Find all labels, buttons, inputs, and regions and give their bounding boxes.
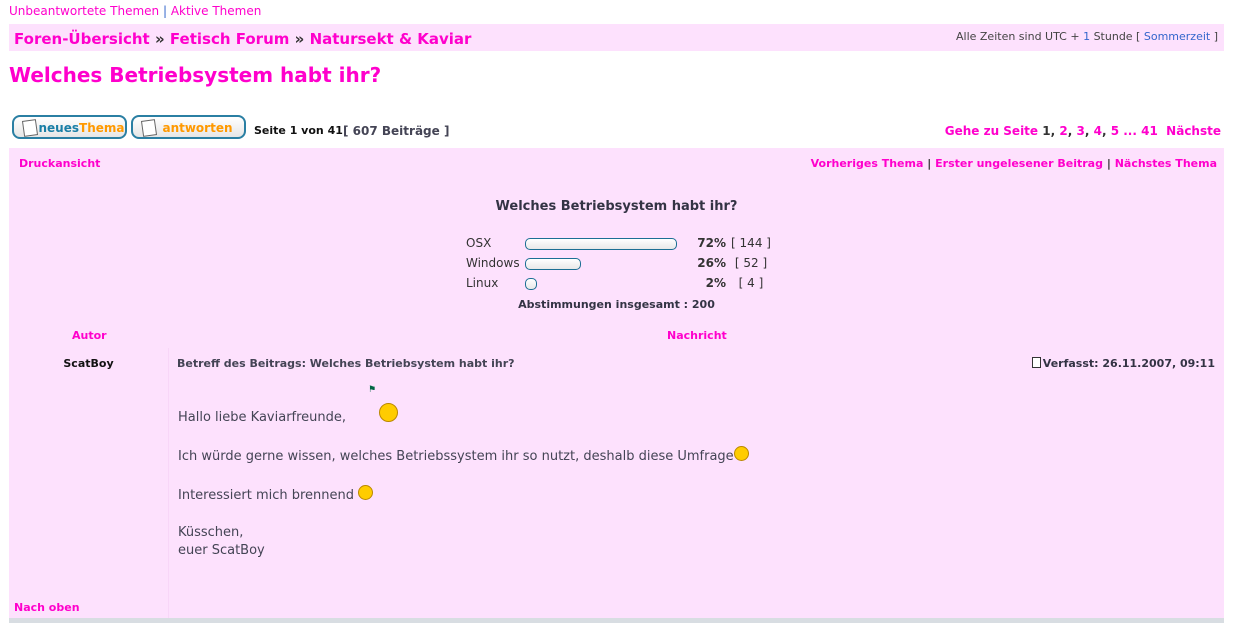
post-author: ScatBoy — [63, 357, 114, 370]
page-link[interactable]: 4 — [1094, 124, 1102, 138]
divider — [9, 618, 1224, 623]
new-topic-button[interactable]: neuesThema — [12, 115, 127, 139]
page-link[interactable]: 5 — [1111, 124, 1119, 138]
pagination-ellipsis: ... — [1123, 124, 1137, 138]
breadcrumb-subforum[interactable]: Natursekt & Kaviar — [310, 30, 472, 48]
post-line: Küsschen, — [178, 525, 244, 540]
breadcrumb-fetisch-forum[interactable]: Fetisch Forum — [170, 30, 290, 48]
pagination-label: Gehe zu Seite — [944, 124, 1039, 138]
pagination: Gehe zu Seite 1, 2, 3, 4, 5 ... 41 Nächs… — [944, 124, 1221, 138]
wink-icon — [358, 485, 374, 500]
post-subject: Betreff des Beitrags: Welches Betriebsys… — [177, 357, 515, 370]
tz-end: ] — [1210, 30, 1218, 43]
page-info: Seite 1 von 41 — [254, 124, 343, 137]
nav-bar: Foren-Übersicht » Fetisch Forum » Naturs… — [9, 24, 1224, 51]
post-date: Verfasst: 26.11.2007, 09:11 — [1031, 357, 1215, 370]
post-body: Hallo liebe Kaviarfreunde, ⚑ Ich würde g… — [178, 385, 749, 579]
poll-votes: [ 4 ] — [738, 276, 764, 290]
post-line: Hallo liebe Kaviarfreunde, — [178, 410, 347, 425]
next-page-link[interactable]: Nächste — [1166, 124, 1221, 138]
flag-icon: ⚑ — [368, 385, 377, 395]
author-header: Autor — [72, 329, 107, 342]
message-header: Nachricht — [667, 329, 727, 342]
poll-bar — [525, 258, 582, 270]
prev-topic-link[interactable]: Vorheriges Thema — [811, 157, 924, 170]
poll-bar — [525, 278, 537, 290]
back-to-top-link[interactable]: Nach oben — [14, 601, 80, 614]
reply-label: antworten — [162, 121, 233, 135]
poll-option: OSX 72% [ 144 ] — [466, 236, 786, 254]
smiley-icon — [733, 446, 749, 461]
breadcrumb-sep: » — [294, 30, 305, 48]
topic-nav: Vorheriges Thema | Erster ungelesener Be… — [811, 157, 1217, 170]
reply-button[interactable]: antworten — [131, 115, 246, 139]
poll-option-label: OSX — [466, 236, 492, 250]
new-topic-label: neuesThema — [14, 121, 125, 135]
breadcrumb: Foren-Übersicht » Fetisch Forum » Naturs… — [14, 30, 471, 48]
post-line: Ich würde gerne wissen, welches Betriebs… — [178, 449, 734, 464]
poll-option: Linux 2% [ 4 ] — [466, 276, 786, 294]
first-unread-link[interactable]: Erster ungelesener Beitrag — [935, 157, 1103, 170]
poll-votes: [ 144 ] — [731, 236, 771, 250]
poll-percent: 72% — [697, 236, 726, 250]
separator: | — [1106, 157, 1111, 170]
unanswered-topics-link[interactable]: Unbeantwortete Themen — [9, 4, 159, 18]
poll-option-label: Windows — [466, 256, 520, 270]
page-current: 1 — [1042, 124, 1051, 138]
timezone-info: Alle Zeiten sind UTC + 1 Stunde [ Sommer… — [956, 30, 1218, 43]
poll-question: Welches Betriebsystem habt ihr? — [495, 199, 738, 214]
author-column — [9, 348, 169, 618]
new-topic-label-b: Thema — [79, 121, 125, 135]
breadcrumb-forum-index[interactable]: Foren-Übersicht — [14, 30, 150, 48]
separator: | — [927, 157, 932, 170]
poll-bar — [525, 238, 677, 250]
topic-panel: Druckansicht Vorheriges Thema | Erster u… — [9, 148, 1224, 618]
post-count: [ 607 Beiträge ] — [343, 124, 450, 138]
print-view-link[interactable]: Druckansicht — [19, 157, 100, 170]
breadcrumb-sep: » — [154, 30, 165, 48]
post-line: euer ScatBoy — [178, 543, 265, 558]
post-date-text: Verfasst: 26.11.2007, 09:11 — [1042, 357, 1215, 370]
top-links: Unbeantwortete Themen | Aktive Themen — [9, 4, 261, 18]
next-topic-link[interactable]: Nächstes Thema — [1115, 157, 1217, 170]
tz-dst: Sommerzeit — [1143, 30, 1211, 43]
poll-option: Windows 26% [ 52 ] — [466, 256, 786, 274]
flag-smiley-icon — [379, 403, 399, 422]
tz-unit: Stunde [ — [1090, 30, 1144, 43]
poll-percent: 2% — [705, 276, 726, 290]
poll-option-label: Linux — [466, 276, 499, 290]
page-link-last[interactable]: 41 — [1141, 124, 1158, 138]
new-topic-label-a: neues — [38, 121, 80, 135]
poll-total: Abstimmungen insgesamt : 200 — [518, 298, 715, 311]
page-link[interactable]: 2 — [1059, 124, 1067, 138]
post-line: Interessiert mich brennend — [178, 488, 355, 503]
tz-text: Alle Zeiten sind UTC + — [956, 30, 1084, 43]
poll-votes: [ 52 ] — [734, 256, 768, 270]
page-title[interactable]: Welches Betriebsystem habt ihr? — [9, 63, 381, 87]
separator: | — [162, 4, 168, 18]
post-icon[interactable] — [1031, 357, 1041, 368]
poll-percent: 26% — [697, 256, 726, 270]
page-link[interactable]: 3 — [1076, 124, 1084, 138]
active-topics-link[interactable]: Aktive Themen — [171, 4, 262, 18]
